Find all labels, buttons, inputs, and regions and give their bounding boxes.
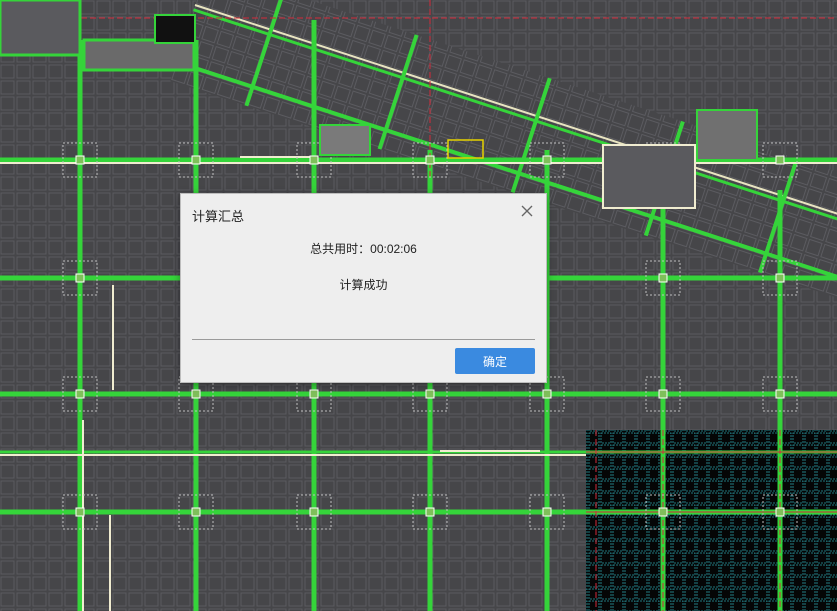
column-node-core	[658, 389, 668, 399]
column-node-core	[542, 507, 552, 517]
column-node-core	[191, 389, 201, 399]
column-node-core	[775, 155, 785, 165]
column-node-core	[191, 155, 201, 165]
column-node-core	[775, 389, 785, 399]
calc-summary-dialog: 计算汇总 总共用时：00:02:06 计算成功 确定	[180, 193, 547, 383]
column-node-core	[658, 507, 668, 517]
close-icon[interactable]	[518, 202, 536, 220]
column-node-core	[658, 273, 668, 283]
column-node-core	[191, 507, 201, 517]
dialog-title: 计算汇总	[192, 209, 245, 224]
column-node-core	[75, 155, 85, 165]
selected-region	[586, 430, 837, 611]
status-text: 计算成功	[339, 278, 388, 292]
column-node-core	[425, 507, 435, 517]
column-node-core	[309, 389, 319, 399]
total-time-value: 00:02:06	[370, 242, 417, 256]
ok-button[interactable]: 确定	[455, 348, 535, 374]
column-node-core	[425, 155, 435, 165]
dialog-divider	[192, 339, 535, 340]
column-node-core	[775, 507, 785, 517]
column-node-core	[542, 389, 552, 399]
column-node-core	[75, 389, 85, 399]
column-node-core	[75, 273, 85, 283]
total-time-text: 总共用时：00:02:06	[181, 240, 546, 257]
column-node-core	[775, 273, 785, 283]
column-node-core	[425, 389, 435, 399]
column-node-core	[309, 155, 319, 165]
column-node-core	[542, 155, 552, 165]
column-node-core	[75, 507, 85, 517]
column-node-core	[309, 507, 319, 517]
total-time-label: 总共用时：	[310, 242, 371, 256]
